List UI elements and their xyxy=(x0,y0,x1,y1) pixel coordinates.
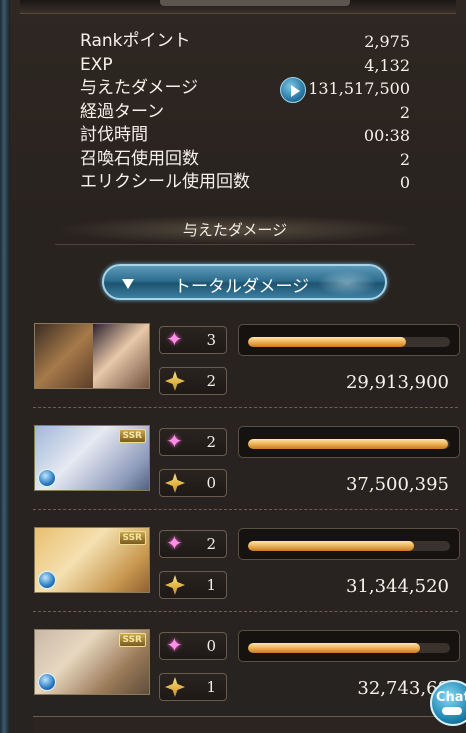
stat-value: 131,517,500 xyxy=(308,79,410,99)
element-icon xyxy=(38,673,56,691)
stat-value: 0 xyxy=(399,173,410,193)
element-icon xyxy=(38,469,56,487)
stat-label: 経過ターン xyxy=(80,101,165,122)
damage-bar-fill xyxy=(248,439,448,449)
character-row: SSR 2 0 37,500,395 xyxy=(33,424,461,526)
section-title: 与えたダメージ xyxy=(182,221,288,239)
character-portrait[interactable]: SSR xyxy=(34,425,150,491)
header-remnant xyxy=(160,0,350,6)
battle-stats: Rankポイント 2,975 EXP 4,132 与えたダメージ 131,517… xyxy=(80,30,410,195)
damage-bar-track xyxy=(248,337,450,347)
portrait-left xyxy=(35,324,93,388)
damage-bar-track xyxy=(248,439,450,449)
top-ornament xyxy=(20,0,456,14)
stat-elixirs: エリクシール使用回数 0 xyxy=(80,171,410,195)
buff-counter: 2 xyxy=(159,530,227,558)
stat-label: Rankポイント xyxy=(80,31,191,52)
row-divider xyxy=(33,509,458,510)
damage-bar-fill xyxy=(248,337,406,347)
stat-value: 2 xyxy=(399,102,410,122)
stat-value: 2,975 xyxy=(364,32,410,52)
buff-counter: 2 xyxy=(159,428,227,456)
buff-counter: 0 xyxy=(159,632,227,660)
stat-damage: 与えたダメージ 131,517,500 xyxy=(80,77,410,103)
stat-rank-points: Rankポイント 2,975 xyxy=(80,30,410,54)
sparkle-icon xyxy=(165,429,185,453)
sparkle-icon xyxy=(165,531,185,555)
rarity-badge: SSR xyxy=(118,429,146,443)
triangle-down-icon xyxy=(122,279,134,289)
charge-attack-count: 1 xyxy=(206,678,216,696)
charge-attack-icon xyxy=(165,473,185,493)
charge-attack-counter: 1 xyxy=(159,673,227,701)
chat-label: Chat xyxy=(436,690,466,705)
charge-attack-icon xyxy=(165,371,185,391)
damage-details-play-button[interactable] xyxy=(280,77,306,103)
stat-label: エリクシール使用回数 xyxy=(80,172,250,193)
stat-value: 4,132 xyxy=(364,55,410,75)
damage-section-header: 与えたダメージ xyxy=(55,215,415,245)
charge-attack-count: 1 xyxy=(206,576,216,594)
sparkle-icon xyxy=(165,633,185,657)
character-portrait[interactable] xyxy=(34,323,150,389)
character-portrait[interactable]: SSR xyxy=(34,527,150,593)
damage-value: 31,344,520 xyxy=(345,576,449,597)
speech-bubble-icon xyxy=(442,707,462,715)
character-row: SSR 2 1 31,344,520 xyxy=(33,526,461,628)
charge-attack-icon xyxy=(165,677,185,697)
stat-turns: 経過ターン 2 xyxy=(80,101,410,125)
buff-count: 2 xyxy=(206,433,216,451)
charge-attack-counter: 0 xyxy=(159,469,227,497)
stat-value: 00:38 xyxy=(363,126,410,146)
stat-label: EXP xyxy=(80,54,113,75)
character-damage-list: 3 2 29,913,900 SSR 2 0 37,500,395 xyxy=(33,322,461,730)
stat-label: 召喚石使用回数 xyxy=(80,148,199,169)
damage-bar-fill xyxy=(248,541,414,551)
damage-bar xyxy=(238,528,460,560)
next-row-edge xyxy=(33,716,461,733)
character-row: SSR 0 1 32,743,68 xyxy=(33,628,461,730)
damage-value: 37,500,395 xyxy=(345,474,449,495)
damage-value: 29,913,900 xyxy=(345,372,449,393)
portrait-right xyxy=(93,324,149,388)
stat-label: 与えたダメージ xyxy=(80,78,199,99)
element-icon xyxy=(38,571,56,589)
damage-bar-fill xyxy=(248,643,420,653)
buff-counter: 3 xyxy=(159,326,227,354)
damage-bar xyxy=(238,630,460,662)
stat-time: 討伐時間 00:38 xyxy=(80,124,410,148)
row-divider xyxy=(33,407,458,408)
swirl-decoration xyxy=(317,270,377,296)
damage-bar-track xyxy=(248,541,450,551)
damage-bar xyxy=(238,426,460,458)
charge-attack-counter: 1 xyxy=(159,571,227,599)
total-damage-dropdown[interactable]: トータルダメージ xyxy=(102,264,387,300)
charge-attack-count: 0 xyxy=(206,474,216,492)
dropdown-label: トータルダメージ xyxy=(174,277,310,297)
left-frame xyxy=(0,0,10,733)
charge-attack-count: 2 xyxy=(206,372,216,390)
row-divider xyxy=(33,611,458,612)
buff-count: 3 xyxy=(206,331,216,349)
stat-label: 討伐時間 xyxy=(80,125,148,146)
character-row: 3 2 29,913,900 xyxy=(33,322,461,424)
stat-exp: EXP 4,132 xyxy=(80,54,410,78)
buff-count: 0 xyxy=(206,637,216,655)
buff-count: 2 xyxy=(206,535,216,553)
rarity-badge: SSR xyxy=(118,633,146,647)
stat-value: 2 xyxy=(399,149,410,169)
charge-attack-icon xyxy=(165,575,185,595)
stat-summons: 召喚石使用回数 2 xyxy=(80,148,410,172)
sparkle-icon xyxy=(165,327,185,351)
rarity-badge: SSR xyxy=(118,531,146,545)
damage-bar-track xyxy=(248,643,450,653)
charge-attack-counter: 2 xyxy=(159,367,227,395)
damage-bar xyxy=(238,324,460,356)
character-portrait[interactable]: SSR xyxy=(34,629,150,695)
